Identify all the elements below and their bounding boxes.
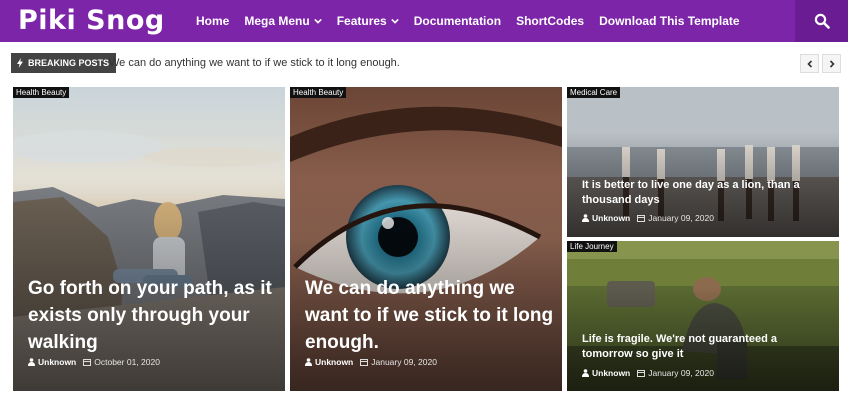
post-meta: Unknown October 01, 2020 <box>28 357 160 367</box>
nav-item-mega-menu[interactable]: Mega Menu <box>244 14 322 28</box>
chevron-right-icon <box>829 59 835 68</box>
post-author[interactable]: Unknown <box>582 213 630 223</box>
search-icon <box>814 13 830 29</box>
calendar-icon <box>637 215 646 222</box>
nav-item-shortcodes[interactable]: ShortCodes <box>516 14 584 28</box>
post-meta: Unknown January 09, 2020 <box>582 213 714 223</box>
date-text: January 09, 2020 <box>648 368 714 378</box>
post-meta: Unknown January 09, 2020 <box>582 368 714 378</box>
ticker-label: BREAKING POSTS <box>11 53 117 73</box>
nav-label: Mega Menu <box>244 14 310 28</box>
post-author[interactable]: Unknown <box>582 368 630 378</box>
ticker-headline[interactable]: We can do anything we want to if we stic… <box>109 53 400 73</box>
author-name: Unknown <box>592 213 631 223</box>
chevron-down-icon <box>390 18 399 24</box>
ticker-label-text: BREAKING POSTS <box>28 58 110 68</box>
author-name: Unknown <box>315 357 354 367</box>
bolt-icon <box>17 58 23 68</box>
main-nav: Home Mega Menu Features Documentation Sh… <box>196 0 755 42</box>
site-logo[interactable]: Piki Snog <box>18 2 165 40</box>
post-date: January 09, 2020 <box>637 368 714 378</box>
post-title[interactable]: Life is fragile. We're not guaranteed a … <box>582 332 817 362</box>
ticker-next-button[interactable] <box>822 54 841 73</box>
search-button[interactable] <box>795 0 848 42</box>
post-date: January 09, 2020 <box>360 357 437 367</box>
post-title[interactable]: Go forth on your path, as it exists only… <box>28 275 278 356</box>
chevron-left-icon <box>806 59 812 68</box>
post-author[interactable]: Unknown <box>28 357 76 367</box>
calendar-icon <box>83 359 92 366</box>
post-date: October 01, 2020 <box>83 357 160 367</box>
nav-item-features[interactable]: Features <box>337 14 399 28</box>
nav-label: Features <box>336 14 387 28</box>
author-name: Unknown <box>592 368 631 378</box>
nav-item-download-template[interactable]: Download This Template <box>599 14 739 28</box>
calendar-icon <box>360 359 369 366</box>
calendar-icon <box>637 370 646 377</box>
nav-label: Documentation <box>413 14 502 28</box>
post-title[interactable]: We can do anything we want to if we stic… <box>305 275 555 356</box>
featured-post-card-2[interactable]: Health Beauty We can do anything we want… <box>290 87 562 391</box>
date-text: October 01, 2020 <box>94 357 160 367</box>
date-text: January 09, 2020 <box>648 213 714 223</box>
date-text: January 09, 2020 <box>371 357 437 367</box>
chevron-down-icon <box>313 18 322 24</box>
user-icon <box>28 358 35 366</box>
nav-label: Home <box>196 14 230 28</box>
nav-label: Download This Template <box>599 14 740 28</box>
nav-item-documentation[interactable]: Documentation <box>414 14 501 28</box>
featured-post-card-3[interactable]: Medical Care It is better to live one da… <box>567 87 839 237</box>
post-date: January 09, 2020 <box>637 213 714 223</box>
post-meta: Unknown January 09, 2020 <box>305 357 437 367</box>
nav-item-home[interactable]: Home <box>196 14 229 28</box>
top-header: Piki Snog Home Mega Menu Features Docume… <box>0 0 848 42</box>
logo-text: Piki Snog <box>18 5 165 36</box>
post-category-tag[interactable]: Life Journey <box>567 241 617 252</box>
user-icon <box>305 358 312 366</box>
author-name: Unknown <box>38 357 77 367</box>
featured-post-card-4[interactable]: Life Journey Life is fragile. We're not … <box>567 241 839 391</box>
post-category-tag[interactable]: Health Beauty <box>13 87 70 98</box>
post-author[interactable]: Unknown <box>305 357 353 367</box>
post-title[interactable]: It is better to live one day as a lion, … <box>582 178 817 208</box>
nav-label: ShortCodes <box>516 14 585 28</box>
breaking-news-ticker: BREAKING POSTS We can do anything we wan… <box>11 53 841 74</box>
post-category-tag[interactable]: Health Beauty <box>290 87 347 98</box>
user-icon <box>582 369 589 377</box>
ticker-prev-button[interactable] <box>800 54 819 73</box>
featured-post-card-1[interactable]: Health Beauty Go forth on your path, as … <box>13 87 285 391</box>
post-category-tag[interactable]: Medical Care <box>567 87 621 98</box>
user-icon <box>582 214 589 222</box>
